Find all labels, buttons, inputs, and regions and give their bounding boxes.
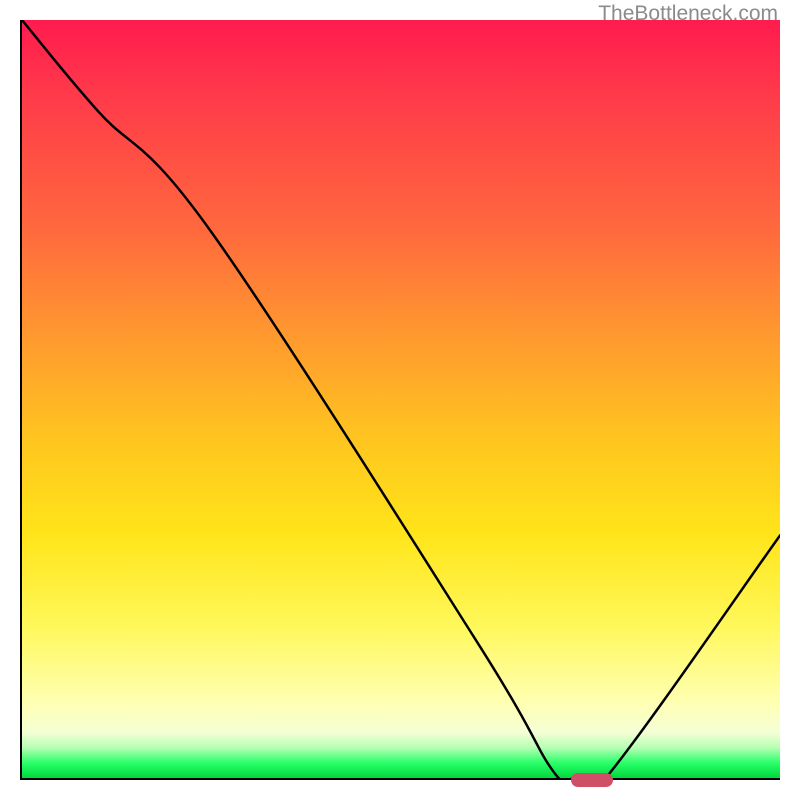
chart-container: TheBottleneck.com: [0, 0, 800, 800]
bottleneck-curve: [22, 20, 780, 778]
optimal-marker: [571, 773, 613, 787]
curve-svg: [22, 20, 780, 778]
plot-area: [20, 20, 780, 780]
